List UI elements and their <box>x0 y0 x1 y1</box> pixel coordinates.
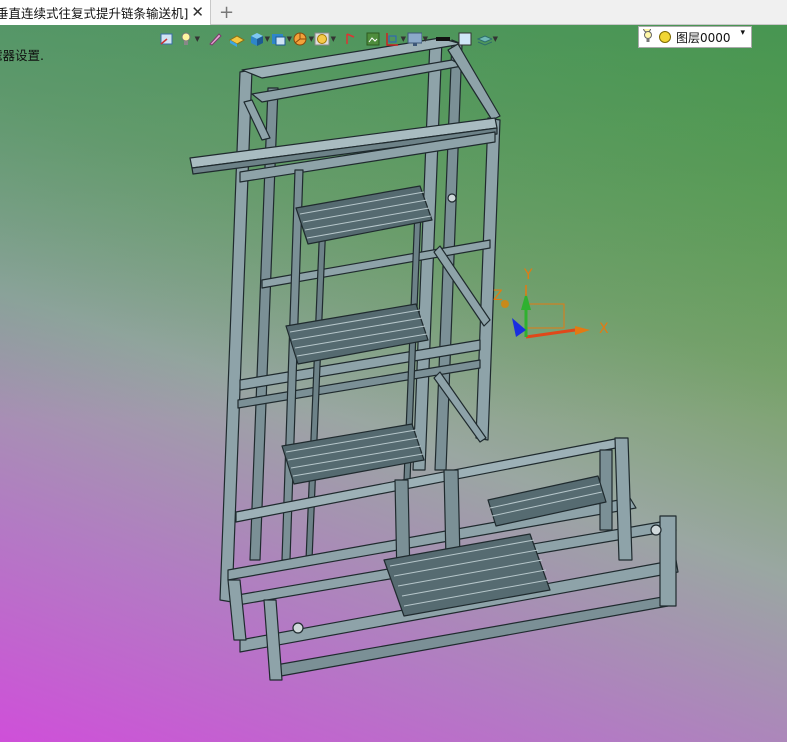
chevron-down-icon[interactable]: ▼ <box>493 35 498 43</box>
align-tool-icon[interactable]: ▼ <box>384 29 406 49</box>
pen-icon[interactable] <box>204 29 226 49</box>
view-toolbar: ▼ ▼ ▼ ▼ ▼ ▼ ▼ ▼ <box>156 27 502 51</box>
ucs-gizmo: X Y Z <box>493 267 609 339</box>
chevron-down-icon[interactable]: ▾ <box>740 28 745 38</box>
ucs-icon[interactable] <box>156 29 178 49</box>
layer-state-icon <box>643 29 671 43</box>
document-tab-title: 垂直连续式往复式提升链条输送机] <box>0 6 189 21</box>
new-tab-button[interactable]: + <box>219 2 234 23</box>
layer-dropdown[interactable]: 图层0000 ▾ <box>638 26 752 48</box>
line-weight-icon[interactable] <box>432 29 454 49</box>
chevron-down-icon[interactable]: ▼ <box>195 35 200 43</box>
pie-tool-icon[interactable]: ▼ <box>292 29 314 49</box>
z-axis-label: Z <box>493 288 503 304</box>
solid-box-icon[interactable]: ▼ <box>248 29 270 49</box>
light-bulb-icon[interactable]: ▼ <box>178 29 200 49</box>
y-axis-label: Y <box>523 267 533 283</box>
document-tab-bar: 垂直连续式往复式提升链条输送机] ✕ + <box>0 0 787 25</box>
color-swatch-icon[interactable] <box>454 29 476 49</box>
view-cube-icon[interactable]: ▼ <box>270 29 292 49</box>
tray-lower <box>281 423 425 485</box>
close-tab-icon[interactable]: ✕ <box>191 3 204 21</box>
chevron-down-icon[interactable]: ▼ <box>331 35 336 43</box>
chevron-down-icon[interactable]: ▼ <box>423 35 428 43</box>
display-monitor-icon[interactable]: ▼ <box>406 29 428 49</box>
layers-stack-icon[interactable]: ▼ <box>476 29 498 49</box>
image-view-icon[interactable] <box>362 29 384 49</box>
command-line-text: 滤器设置. <box>0 48 44 63</box>
document-tab[interactable]: 垂直连续式往复式提升链条输送机] ✕ <box>0 0 211 25</box>
material-ball-icon[interactable]: ▼ <box>314 29 336 49</box>
x-axis-label: X <box>599 321 609 337</box>
render-style-icon[interactable] <box>226 29 248 49</box>
section-plane-icon[interactable] <box>340 29 362 49</box>
conveyor-3d-model: X Y Z <box>189 37 679 681</box>
tray-top <box>295 185 433 245</box>
layer-name: 图层0000 <box>676 30 731 45</box>
